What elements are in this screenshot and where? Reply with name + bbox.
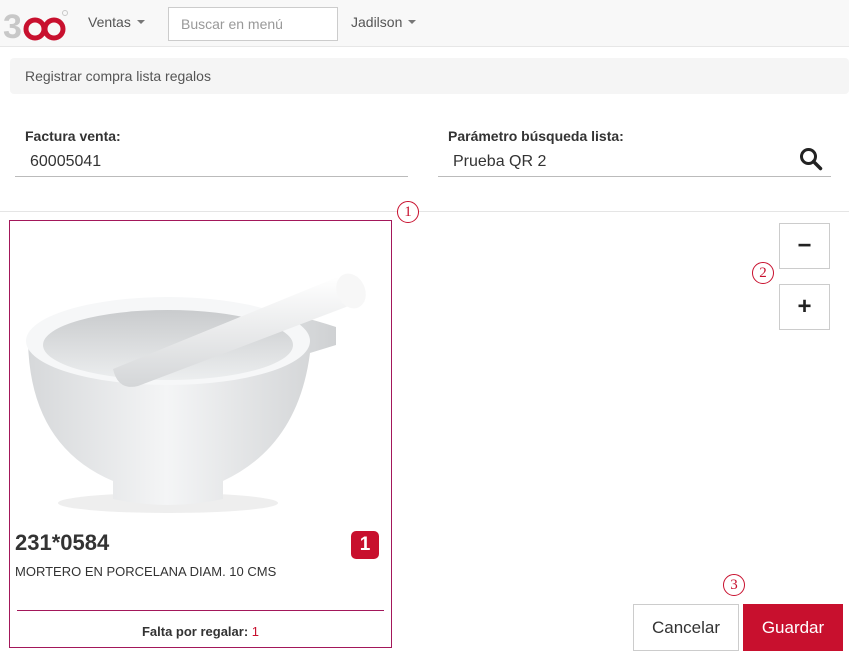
factura-input[interactable] (15, 147, 408, 177)
factura-field: Factura venta: (15, 128, 408, 177)
product-card[interactable]: 231*0584 1 MORTERO EN PORCELANA DIAM. 10… (9, 220, 392, 648)
product-description: MORTERO EN PORCELANA DIAM. 10 CMS (15, 564, 277, 579)
menu-ventas-label: Ventas (88, 14, 131, 30)
caret-down-icon (136, 20, 145, 25)
annotation-marker-2: 2 (752, 262, 774, 284)
param-busqueda-input[interactable] (438, 147, 831, 177)
breadcrumb: Registrar compra lista regalos (10, 58, 849, 94)
user-menu-dropdown[interactable]: Jadilson (351, 14, 417, 30)
section-divider (0, 211, 849, 212)
param-busqueda-label: Parámetro búsqueda lista: (448, 128, 624, 144)
save-button[interactable]: Guardar (743, 604, 843, 651)
product-image (26, 273, 366, 513)
menu-search-input[interactable] (168, 7, 338, 41)
product-code: 231*0584 (15, 530, 110, 555)
increase-quantity-button[interactable]: + (779, 284, 830, 330)
svg-text:3: 3 (3, 8, 22, 42)
pending-gifts: Falta por regalar: 1 (10, 624, 391, 639)
factura-label: Factura venta: (25, 128, 121, 144)
plus-icon: + (797, 293, 812, 320)
search-icon[interactable] (798, 146, 824, 172)
annotation-marker-1: 1 (397, 201, 419, 223)
user-name-label: Jadilson (351, 14, 403, 30)
quantity-badge: 1 (351, 531, 379, 559)
brand-logo[interactable]: 3 (3, 8, 69, 42)
top-navbar: 3 Ventas Jadilson (0, 0, 849, 47)
caret-down-icon (408, 20, 417, 25)
menu-ventas-dropdown[interactable]: Ventas (88, 14, 145, 30)
card-divider (17, 610, 384, 611)
pending-value: 1 (251, 624, 260, 639)
cancel-button[interactable]: Cancelar (633, 604, 739, 651)
minus-icon: − (797, 232, 812, 259)
param-busqueda-field: Parámetro búsqueda lista: (438, 128, 831, 177)
pending-label: Falta por regalar: (141, 624, 249, 639)
annotation-marker-3: 3 (723, 574, 745, 596)
decrease-quantity-button[interactable]: − (779, 223, 830, 269)
